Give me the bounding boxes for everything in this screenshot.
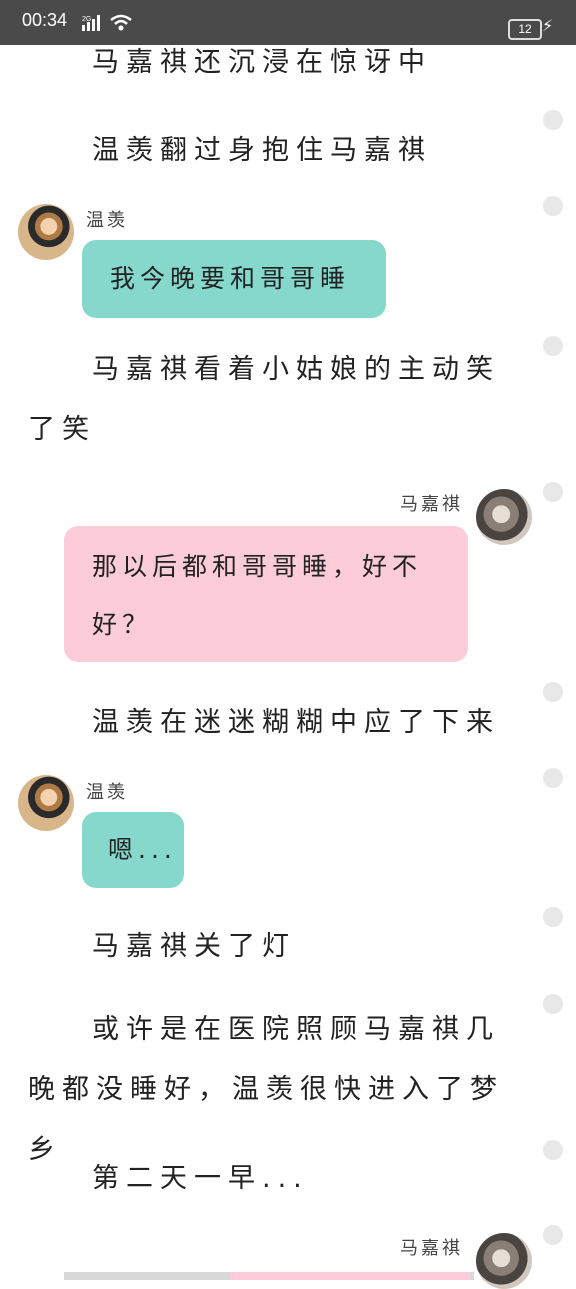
comment-dot[interactable] <box>543 482 563 502</box>
comment-dot[interactable] <box>543 768 563 788</box>
comment-dot[interactable] <box>543 196 563 216</box>
chat-bubble: 我今晚要和哥哥睡 <box>82 240 386 318</box>
speaker-name: 温羡 <box>86 210 128 231</box>
chat-bubble: 那以后都和哥哥睡，好不好？ <box>64 526 468 662</box>
speaker-name: 温羡 <box>86 782 128 803</box>
narration: 或许是在医院照顾马嘉祺几晚都没睡好，温羡很快进入了梦乡 <box>28 1014 504 1165</box>
comment-dot[interactable] <box>543 907 563 927</box>
partial-chat-bubble <box>230 1272 470 1280</box>
narration: 马嘉祺关了灯 <box>92 931 296 962</box>
comment-dot[interactable] <box>543 336 563 356</box>
narration: 温羡在迷迷糊糊中应了下来 <box>92 707 500 738</box>
signal-icon: 2G <box>82 15 100 31</box>
chat-bubble: 嗯... <box>82 812 184 888</box>
avatar-wenxian[interactable] <box>18 775 74 831</box>
svg-text:2G: 2G <box>82 16 91 23</box>
avatar-wenxian[interactable] <box>18 204 74 260</box>
charging-icon: ⚡ <box>542 16 554 35</box>
narration: 第二天一早... <box>92 1163 309 1194</box>
speaker-name: 马嘉祺 <box>400 1238 463 1259</box>
speaker-name: 马嘉祺 <box>400 494 463 515</box>
battery-icon: 12 <box>508 19 542 40</box>
comment-dot[interactable] <box>543 682 563 702</box>
comment-dot[interactable] <box>543 994 563 1014</box>
comment-dot[interactable] <box>543 110 563 130</box>
status-bar: 00:34 2G 12 ⚡ <box>0 0 576 45</box>
avatar-majiaqi[interactable] <box>476 1233 532 1289</box>
status-time: 00:34 <box>22 10 68 30</box>
avatar-majiaqi[interactable] <box>476 489 532 545</box>
narration: 马嘉祺看着小姑娘的主动笑了笑 <box>28 354 500 445</box>
comment-dot[interactable] <box>543 1225 563 1245</box>
wifi-icon <box>110 14 132 31</box>
narration: 温羡翻过身抱住马嘉祺 <box>92 135 432 166</box>
comment-dot[interactable] <box>543 1140 563 1160</box>
narration: 马嘉祺还沉浸在惊讶中 <box>92 47 432 78</box>
